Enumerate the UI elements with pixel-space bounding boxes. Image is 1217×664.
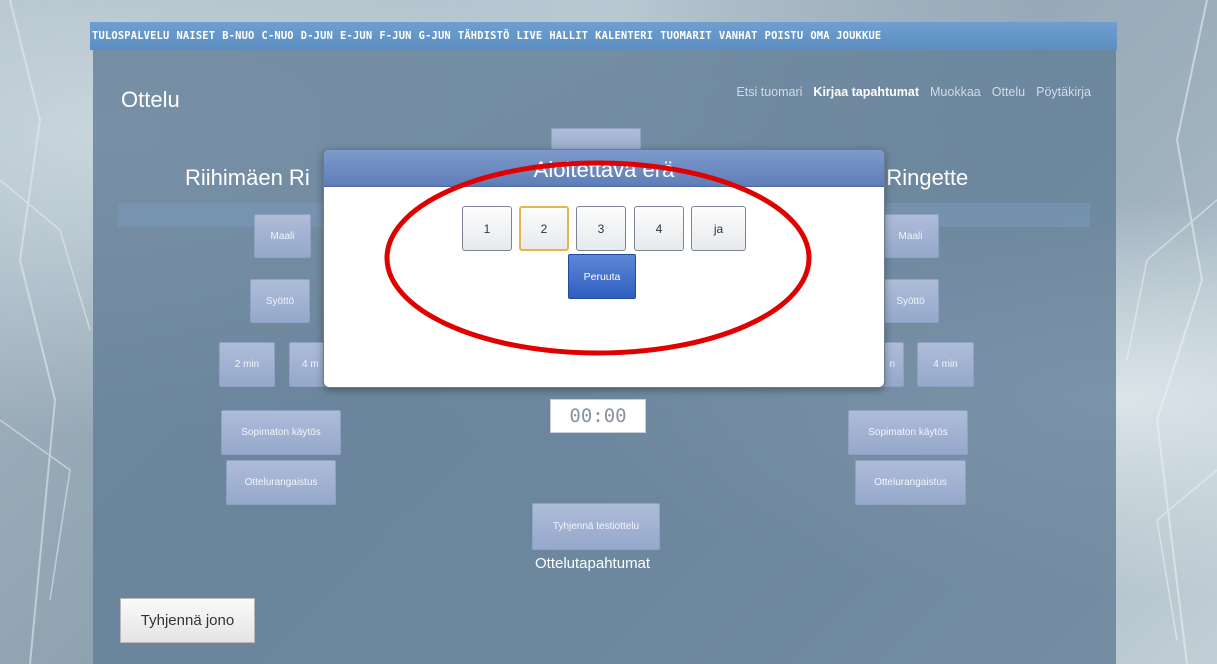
nav-item-tuomarit[interactable]: TUOMARIT (660, 30, 712, 42)
home-assist-button[interactable]: Syöttö (250, 279, 310, 323)
subnav-record-events[interactable]: Kirjaa tapahtumat (813, 85, 919, 99)
home-2min-button[interactable]: 2 min (219, 342, 275, 387)
nav-item-b-nuo[interactable]: B-NUO (222, 30, 254, 42)
nav-item-hallit[interactable]: HALLIT (549, 30, 588, 42)
nav-item-naiset[interactable]: NAISET (176, 30, 215, 42)
away-assist-button[interactable]: Syöttö (882, 279, 939, 323)
home-team-name: Riihimäen Ri (185, 165, 310, 190)
cancel-button[interactable]: Peruuta (568, 254, 636, 299)
subnav-scoresheet[interactable]: Pöytäkirja (1036, 85, 1091, 99)
sub-navigation: Etsi tuomari Kirjaa tapahtumat Muokkaa O… (736, 85, 1091, 99)
dialog-title: Aloitettava erä (324, 150, 884, 187)
home-match-penalty-button[interactable]: Ottelurangaistus (226, 460, 336, 505)
period-overtime-button[interactable]: ja (691, 206, 746, 251)
nav-item-e-jun[interactable]: E-JUN (340, 30, 372, 42)
nav-item-d-jun[interactable]: D-JUN (301, 30, 333, 42)
top-navigation: TULOSPALVELU NAISET B-NUO C-NUO D-JUN E-… (90, 22, 1117, 50)
ice-background-left (0, 0, 91, 664)
clear-queue-button[interactable]: Tyhjennä jono (120, 598, 255, 643)
nav-item-oma-joukkue[interactable]: OMA JOUKKUE (810, 30, 881, 42)
away-match-penalty-button[interactable]: Ottelurangaistus (855, 460, 966, 505)
nav-item-kalenteri[interactable]: KALENTERI (595, 30, 653, 42)
match-events-heading: Ottelutapahtumat (535, 555, 651, 572)
period-1-button[interactable]: 1 (462, 206, 512, 251)
nav-item-c-nuo[interactable]: C-NUO (261, 30, 293, 42)
nav-item-tulospalvelu[interactable]: TULOSPALVELU (92, 30, 169, 42)
nav-item-tahdisto[interactable]: TÄHDISTÖ (458, 30, 510, 42)
home-misconduct-button[interactable]: Sopimaton käytös (221, 410, 341, 455)
page-title: Ottelu (121, 87, 180, 112)
subnav-find-referee[interactable]: Etsi tuomari (736, 85, 802, 99)
game-clock: 00:00 (550, 399, 646, 433)
ice-background-right (1126, 0, 1217, 664)
period-4-button[interactable]: 4 (634, 206, 684, 251)
nav-item-f-jun[interactable]: F-JUN (379, 30, 411, 42)
nav-item-vanhat[interactable]: VANHAT (719, 30, 758, 42)
away-4min-button[interactable]: 4 min (917, 342, 974, 387)
nav-item-g-jun[interactable]: G-JUN (419, 30, 451, 42)
period-3-button[interactable]: 3 (576, 206, 626, 251)
away-misconduct-button[interactable]: Sopimaton käytös (848, 410, 968, 455)
subnav-match[interactable]: Ottelu (992, 85, 1025, 99)
period-2-button[interactable]: 2 (519, 206, 569, 251)
home-goal-button[interactable]: Maali (254, 214, 311, 258)
away-goal-button[interactable]: Maali (882, 214, 939, 258)
clear-test-match-button[interactable]: Tyhjennä testiottelu (532, 503, 660, 550)
start-period-dialog: Aloitettava erä 1 2 3 4 ja Peruuta (323, 149, 885, 388)
subnav-edit[interactable]: Muokkaa (930, 85, 981, 99)
nav-item-poistu[interactable]: POISTU (765, 30, 804, 42)
nav-item-live[interactable]: LIVE (517, 30, 543, 42)
